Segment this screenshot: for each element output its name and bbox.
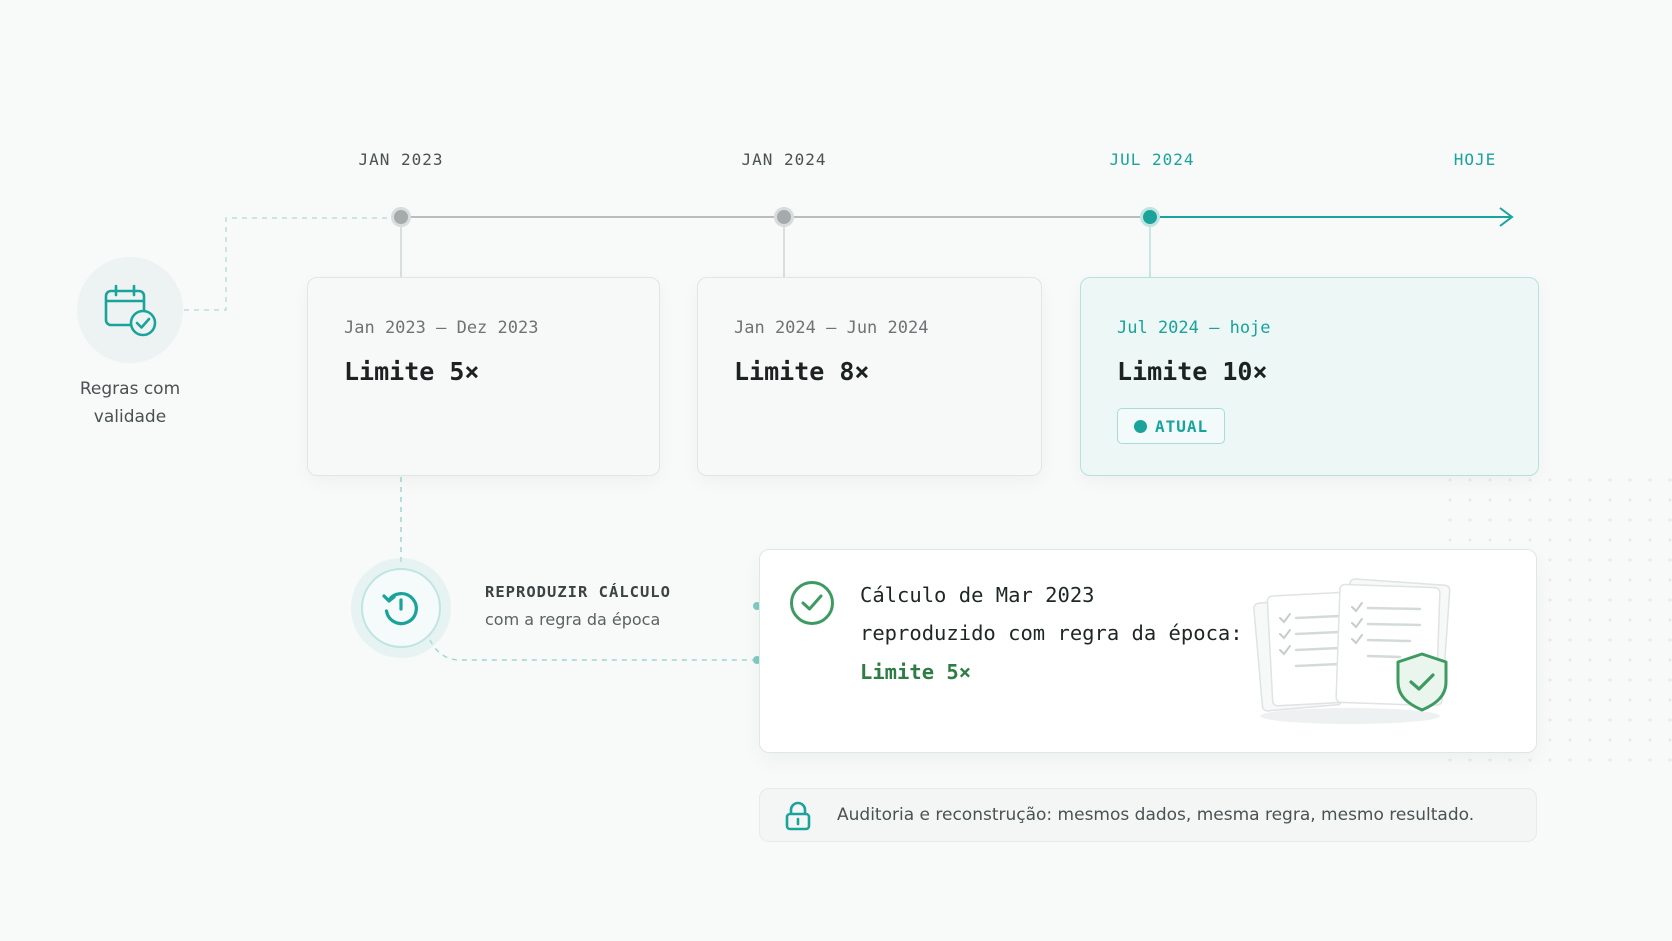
result-line-1: Cálculo de Mar 2023: [860, 583, 1095, 607]
rule-card-2023[interactable]: Jan 2023 – Dez 2023 Limite 5×: [307, 277, 660, 476]
rules-icon-circle: [77, 257, 183, 363]
result-connector: [429, 639, 757, 661]
rules-label: Regras com validade: [79, 379, 181, 427]
audit-text: Auditoria e reconstrução: mesmos dados, …: [837, 805, 1475, 825]
rule-limit: Limite 8×: [734, 357, 870, 386]
lock-icon: [785, 801, 811, 831]
rule-period: Jan 2024 – Jun 2024: [734, 318, 929, 338]
documents-shield-icon: [1253, 578, 1451, 724]
timeline-label-jan-2023: JAN 2023: [358, 150, 444, 169]
timeline-node-3: [1140, 207, 1160, 227]
rule-period: Jan 2023 – Dez 2023: [344, 318, 539, 338]
rule-card-2024-h1[interactable]: Jan 2024 – Jun 2024 Limite 8×: [697, 277, 1042, 476]
result-card: Cálculo de Mar 2023 reproduzido com regr…: [759, 549, 1537, 753]
history-icon: [382, 592, 418, 626]
timeline-label-hoje: HOJE: [1453, 150, 1497, 169]
timeline-node-2: [774, 207, 794, 227]
replay-button[interactable]: [361, 568, 441, 648]
result-line-2: reproduzido com regra da época:: [860, 621, 1243, 645]
replay-title: REPRODUZIR CÁLCULO: [485, 583, 671, 601]
audit-note: Auditoria e reconstrução: mesmos dados, …: [759, 788, 1537, 842]
rule-period: Jul 2024 – hoje: [1117, 318, 1271, 338]
rule-card-current[interactable]: Jul 2024 – hoje Limite 10× ATUAL: [1080, 277, 1539, 476]
check-circle-icon: [790, 581, 834, 625]
rule-limit: Limite 5×: [344, 357, 480, 386]
timeline-label-jan-2024: JAN 2024: [741, 150, 827, 169]
status-badge: ATUAL: [1117, 408, 1226, 444]
timeline-label-jul-2024: JUL 2024: [1109, 150, 1195, 169]
status-dot-icon: [1134, 419, 1147, 433]
replay-subtitle: com a regra da época: [485, 610, 661, 629]
rule-limit: Limite 10×: [1117, 357, 1268, 386]
calendar-check-icon: [104, 284, 157, 337]
status-badge-label: ATUAL: [1155, 416, 1209, 436]
timeline-node-1: [391, 207, 411, 227]
result-limit: Limite 5×: [860, 660, 972, 684]
